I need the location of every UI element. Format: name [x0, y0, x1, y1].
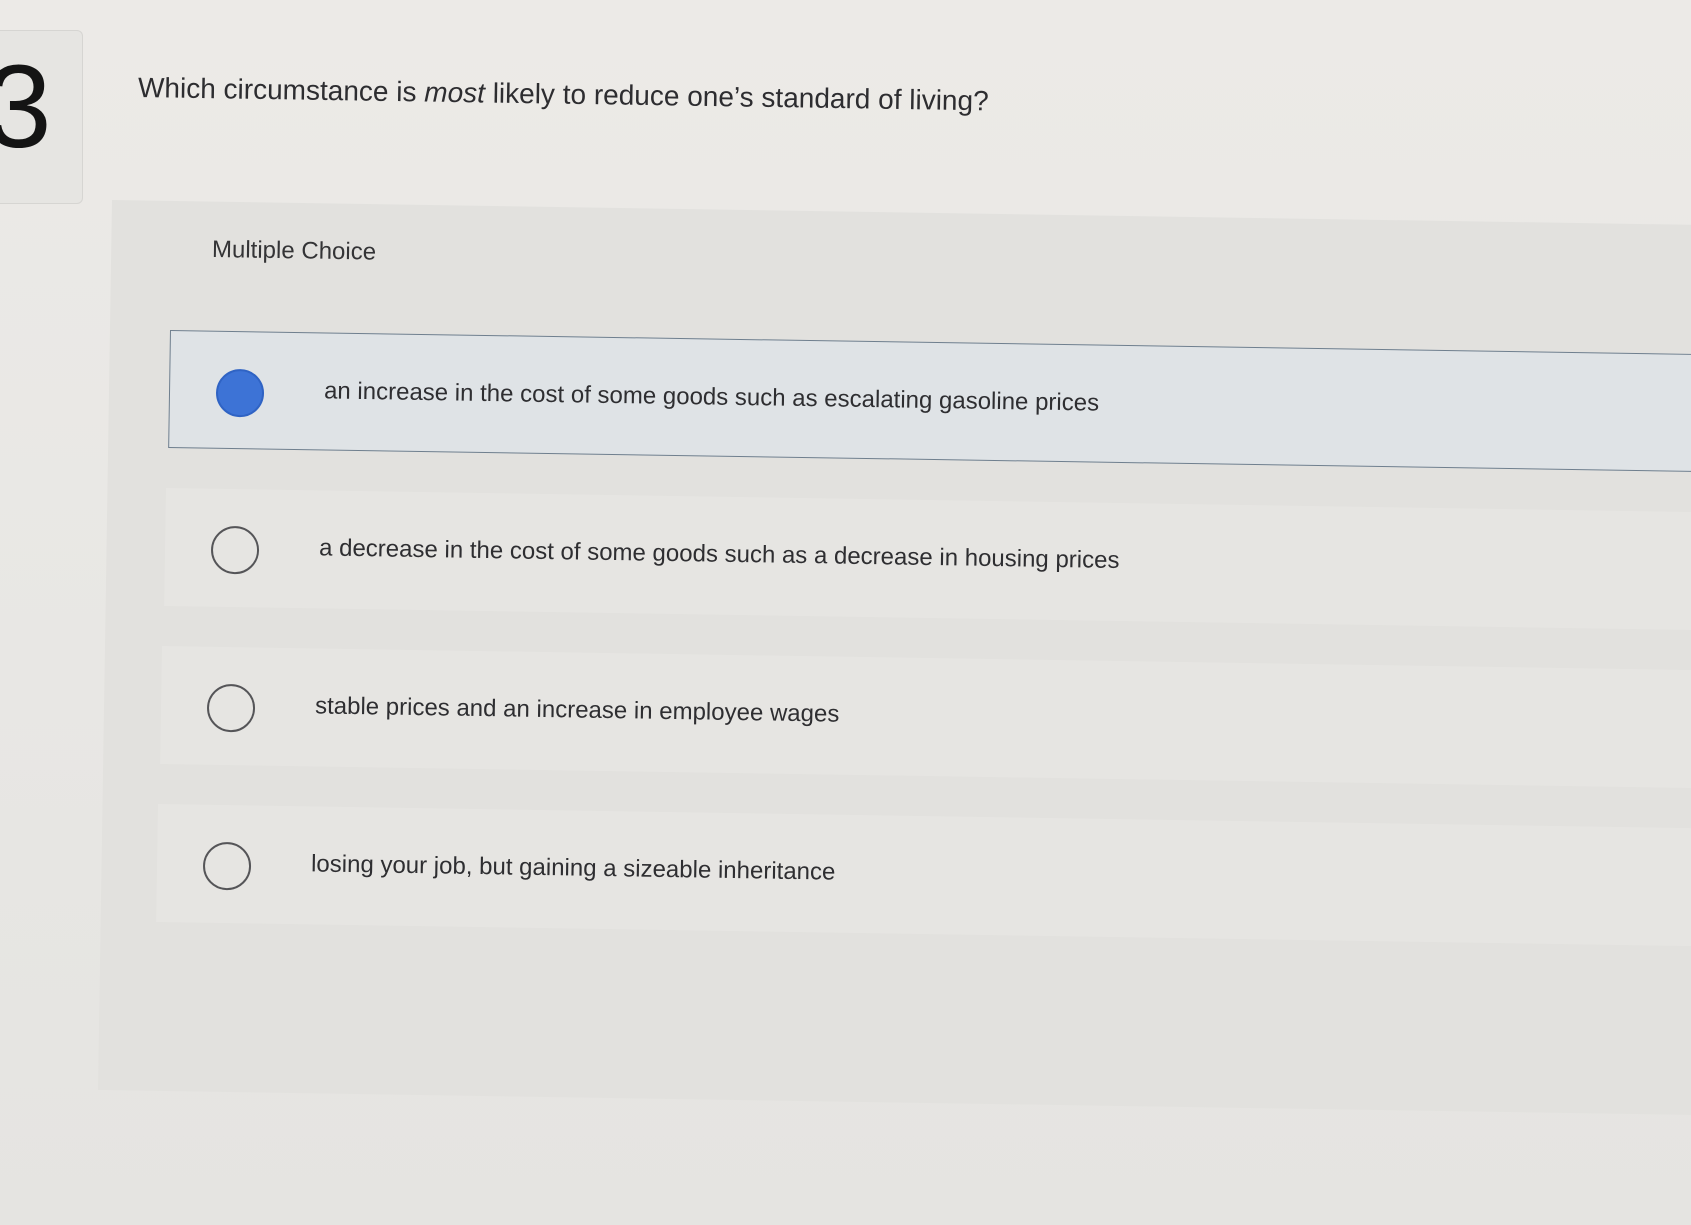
option-label: an increase in the cost of some goods su… — [323, 377, 1100, 417]
question-text-after: likely to reduce one’s standard of livin… — [484, 77, 989, 117]
option-label: a decrease in the cost of some goods suc… — [318, 534, 1120, 574]
option-label: stable prices and an increase in employe… — [314, 692, 840, 728]
quiz-page: 3 Which circumstance is most likely to r… — [0, 0, 1691, 1225]
question-text-emphasis: most — [424, 76, 486, 109]
question-text: Which circumstance is most likely to red… — [138, 72, 989, 117]
radio-button[interactable] — [210, 525, 260, 575]
option-4[interactable]: losing your job, but gaining a sizeable … — [156, 804, 1691, 947]
question-text-before: Which circumstance is — [137, 72, 425, 108]
radio-button-selected[interactable] — [215, 368, 265, 418]
option-label: losing your job, but gaining a sizeable … — [310, 850, 836, 886]
radio-button[interactable] — [206, 683, 256, 733]
option-3[interactable]: stable prices and an increase in employe… — [160, 646, 1691, 789]
option-2[interactable]: a decrease in the cost of some goods suc… — [164, 488, 1691, 631]
choice-type-label: Multiple Choice — [211, 236, 377, 266]
radio-button[interactable] — [202, 841, 252, 891]
option-1[interactable]: an increase in the cost of some goods su… — [168, 330, 1691, 473]
question-number: 3 — [0, 41, 52, 173]
